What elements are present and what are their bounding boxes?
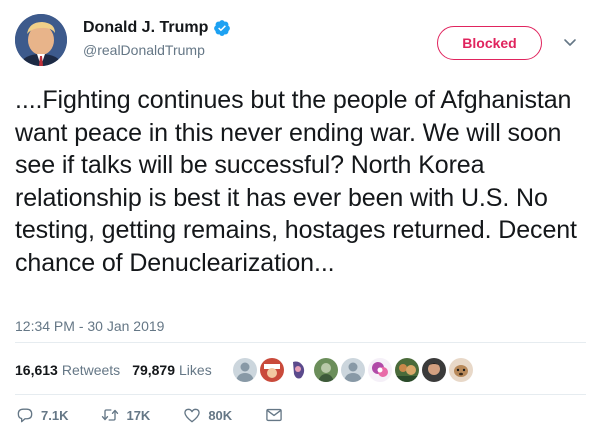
- chevron-down-icon[interactable]: [563, 37, 577, 49]
- liker-avatar[interactable]: [366, 356, 394, 384]
- author-avatar[interactable]: [15, 14, 67, 66]
- liker-avatar[interactable]: [420, 356, 448, 384]
- like-button[interactable]: 80K: [182, 405, 232, 425]
- divider: [15, 342, 586, 343]
- author-avatar-image: [15, 14, 67, 66]
- liker-avatar[interactable]: [339, 356, 367, 384]
- reply-button[interactable]: 7.1K: [15, 405, 68, 425]
- direct-message-button[interactable]: [264, 405, 284, 425]
- retweet-icon: [102, 409, 119, 421]
- blocked-button[interactable]: Blocked: [437, 26, 542, 60]
- liker-avatar[interactable]: [285, 356, 313, 384]
- reply-icon: [17, 408, 33, 423]
- liker-avatar[interactable]: [312, 356, 340, 384]
- retweet-button[interactable]: 17K: [100, 405, 150, 425]
- liker-avatar[interactable]: [393, 356, 421, 384]
- tweet-actions: 7.1K 17K 80K: [15, 404, 316, 426]
- retweets-label[interactable]: Retweets: [62, 362, 120, 378]
- author-display-name[interactable]: Donald J. Trump: [83, 19, 208, 37]
- tweet-timestamp[interactable]: 12:34 PM - 30 Jan 2019: [15, 318, 164, 334]
- author-names: Donald J. Trump @realDonaldTrump: [83, 18, 231, 58]
- like-count: 80K: [208, 407, 233, 423]
- verified-badge-icon: [213, 19, 231, 37]
- reply-count: 7.1K: [41, 407, 69, 423]
- likes-label[interactable]: Likes: [179, 362, 212, 378]
- divider: [15, 394, 586, 395]
- tweet-header: Donald J. Trump @realDonaldTrump Blocked: [15, 12, 586, 66]
- liker-avatar[interactable]: [231, 356, 259, 384]
- author-handle[interactable]: @realDonaldTrump: [83, 42, 231, 58]
- tweet-text: ....Fighting continues but the people of…: [15, 86, 577, 277]
- retweet-count: 17K: [126, 407, 151, 423]
- direct-message-icon: [266, 408, 282, 422]
- liker-avatars: [231, 356, 475, 384]
- tweet-stats: 16,613 Retweets 79,879 Likes: [15, 362, 212, 378]
- liker-avatar[interactable]: [258, 356, 286, 384]
- like-icon: [184, 408, 201, 423]
- liker-avatar[interactable]: [447, 356, 475, 384]
- likes-count[interactable]: 79,879: [132, 362, 175, 378]
- retweets-count[interactable]: 16,613: [15, 362, 58, 378]
